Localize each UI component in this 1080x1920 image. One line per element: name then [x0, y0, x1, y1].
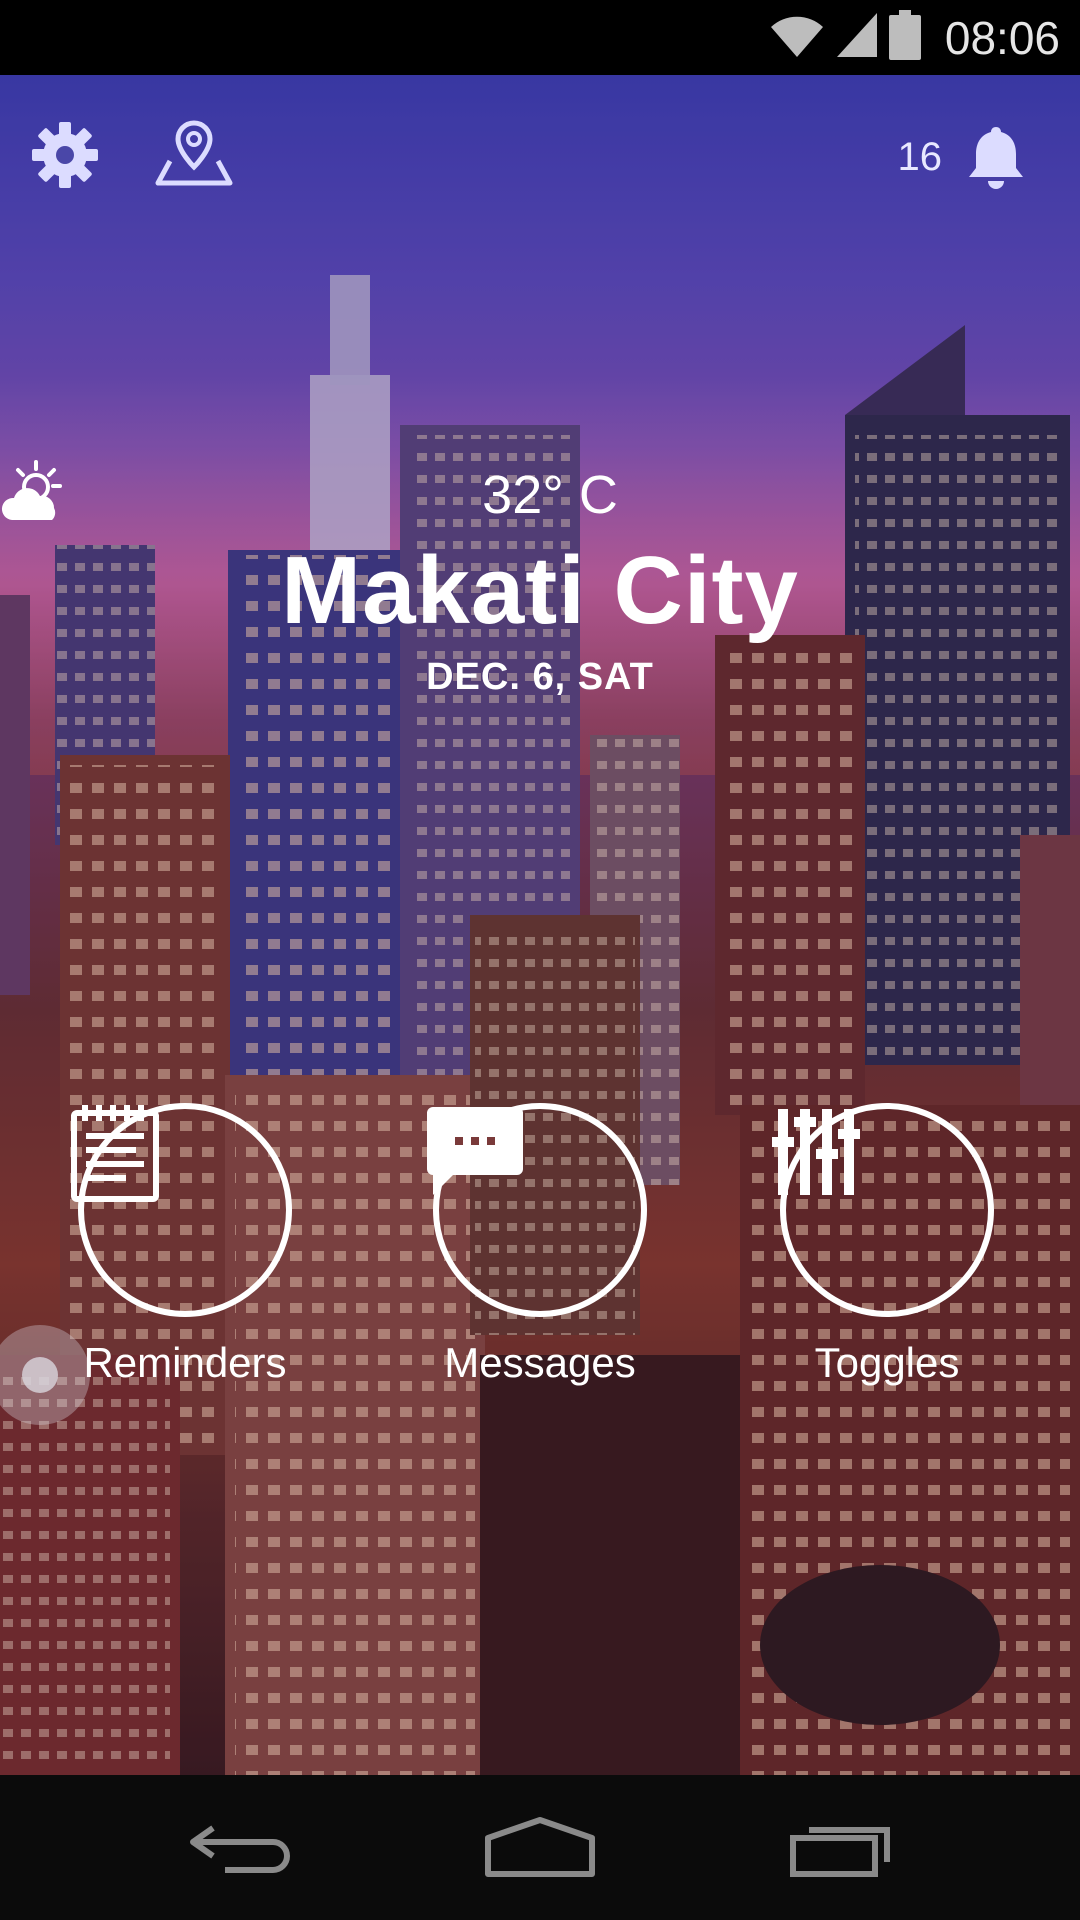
- reminders-button[interactable]: Reminders: [70, 1103, 300, 1387]
- toggles-label: Toggles: [814, 1339, 960, 1386]
- temperature-row: 32° C: [0, 460, 1080, 530]
- home-icon: [480, 1816, 600, 1885]
- toggles-ring: [772, 1103, 994, 1317]
- wifi-icon: [769, 11, 825, 64]
- navigation-bar: [0, 1775, 1080, 1920]
- wallpaper: 16 32° C Makati City DEC. 6, SAT Reminde…: [0, 75, 1080, 1775]
- city-skyline-illustration: [0, 75, 1080, 1775]
- reminders-ring: [71, 1103, 292, 1317]
- status-time: 08:06: [944, 11, 1060, 64]
- recents-icon: [787, 1818, 897, 1883]
- messages-label: Messages: [444, 1339, 636, 1386]
- recents-button[interactable]: [762, 1805, 922, 1895]
- reminders-label: Reminders: [83, 1339, 287, 1386]
- back-icon: [185, 1818, 295, 1883]
- messages-button[interactable]: Messages: [425, 1103, 655, 1387]
- city-name: Makati City: [281, 537, 799, 644]
- location-button[interactable]: [152, 117, 242, 207]
- toggles-button[interactable]: Toggles: [772, 1103, 1002, 1387]
- notifications-button[interactable]: [966, 123, 1046, 203]
- back-button[interactable]: [160, 1805, 320, 1895]
- settings-button[interactable]: [30, 120, 110, 200]
- cell-signal-icon: [835, 11, 879, 64]
- date-label: DEC. 6, SAT: [426, 656, 654, 698]
- weather-widget[interactable]: 32° C Makati City DEC. 6, SAT: [0, 460, 1080, 699]
- battery-icon: [888, 10, 921, 65]
- temperature: 32° C: [482, 465, 618, 525]
- messages-ring: [427, 1103, 647, 1317]
- notification-count: 16: [897, 135, 943, 179]
- status-icons: 08:06: [769, 0, 1060, 75]
- home-button[interactable]: [460, 1805, 620, 1895]
- status-bar: 08:06: [0, 0, 1080, 75]
